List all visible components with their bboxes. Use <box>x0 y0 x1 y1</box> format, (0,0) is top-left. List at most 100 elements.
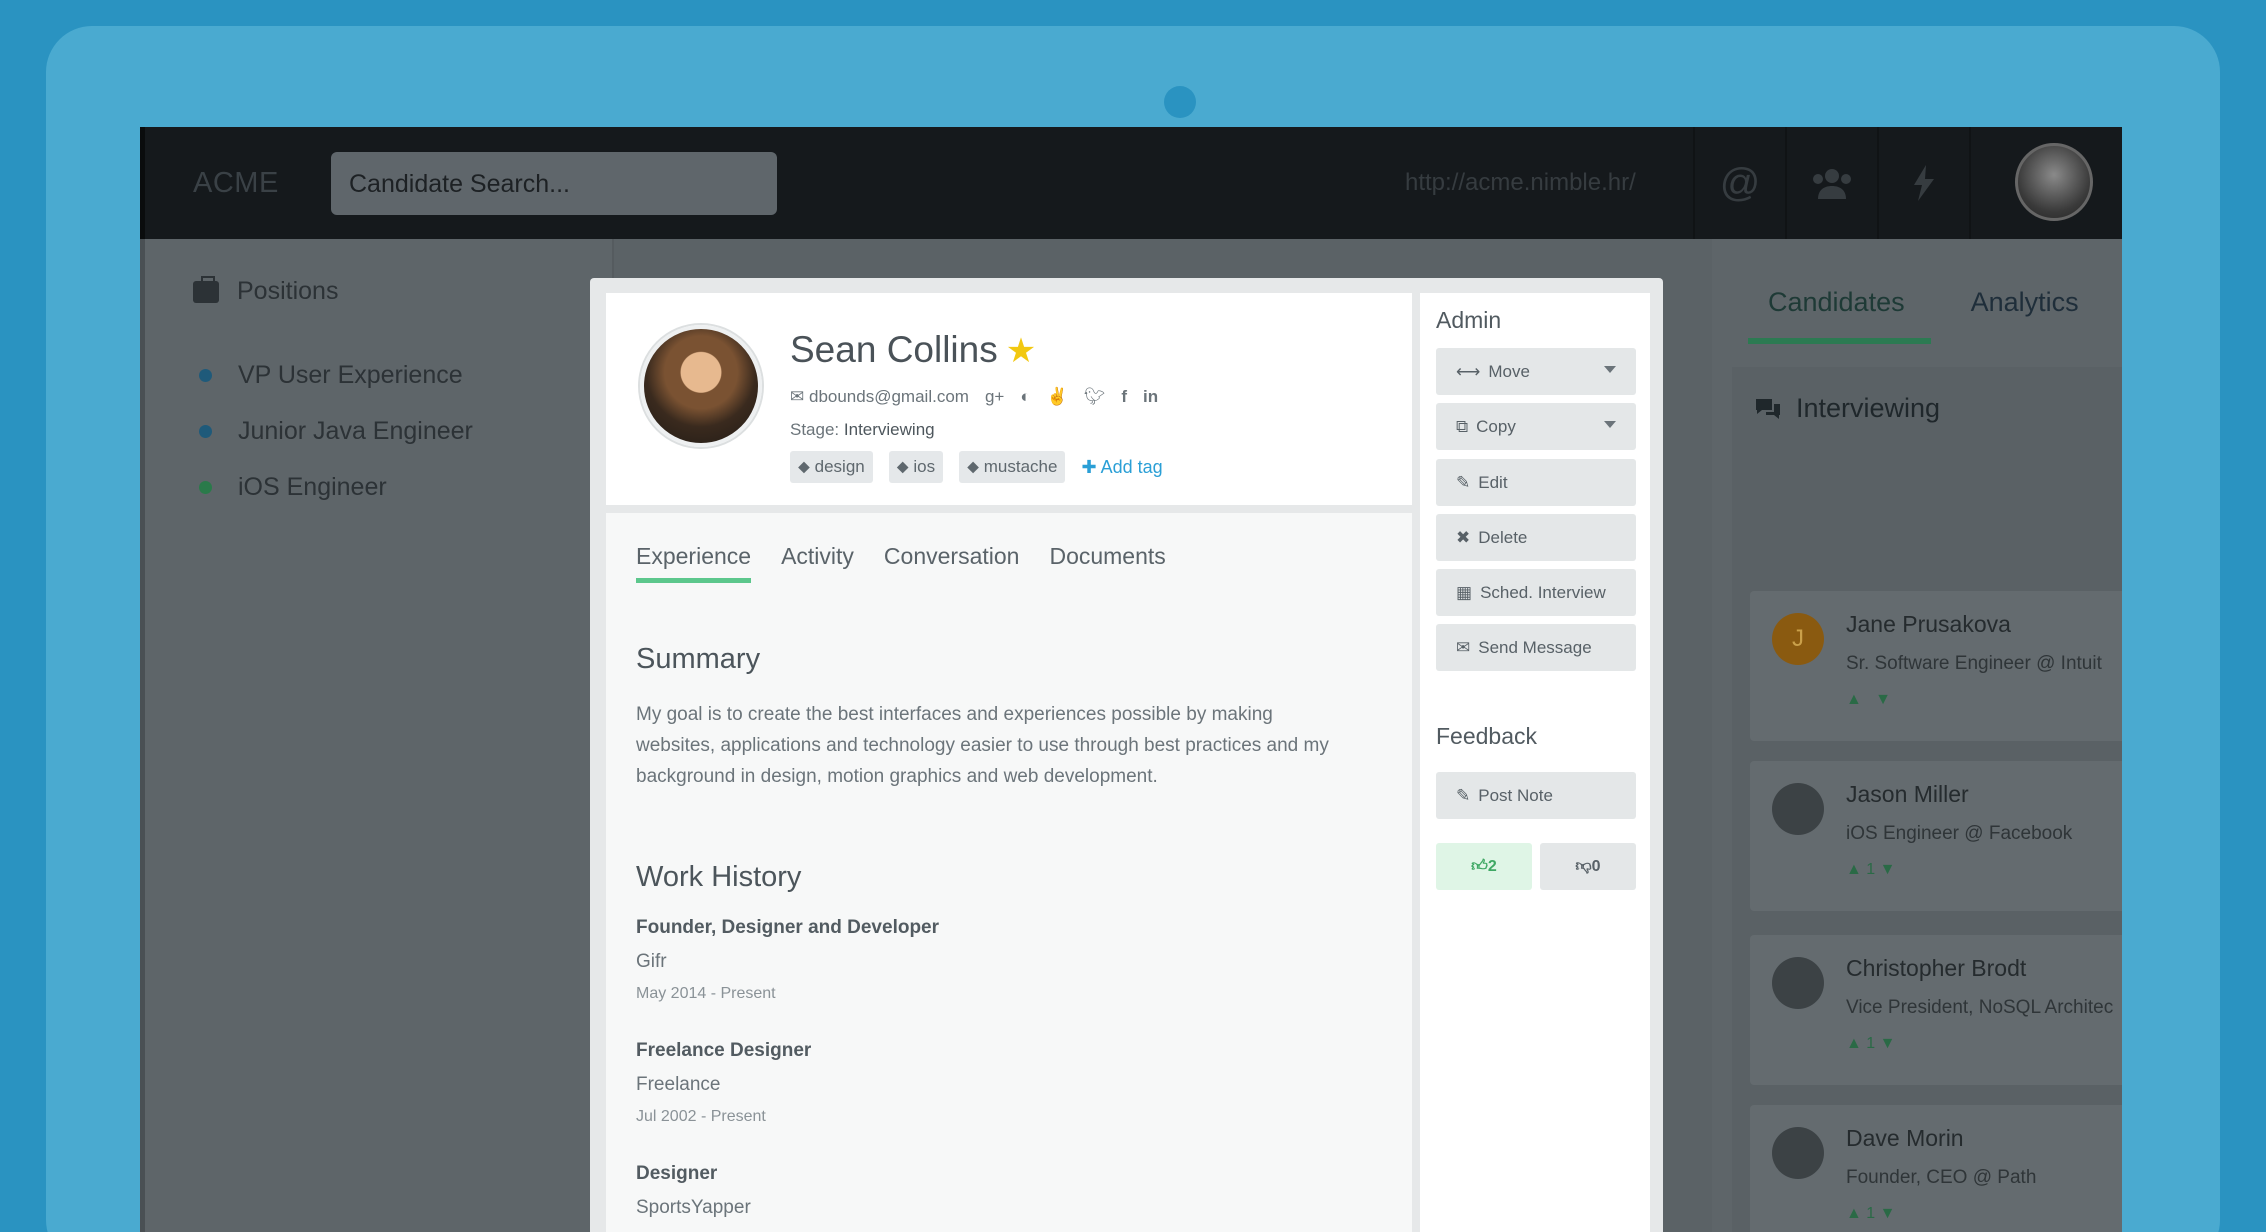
post-note-button[interactable]: ✎ Post Note <box>1436 772 1636 819</box>
move-button[interactable]: ⟷ Move <box>1436 348 1636 395</box>
candidate-name: Dave Morin <box>1846 1125 1964 1151</box>
job-entry: Founder, Designer and Developer Gifr May… <box>636 917 939 1003</box>
candidate-card[interactable]: J Jane Prusakova Sr. Software Engineer @… <box>1750 591 2122 741</box>
work-history-heading: Work History <box>636 861 802 893</box>
avatar: J <box>1772 613 1824 665</box>
position-item[interactable]: VP User Experience <box>199 347 473 403</box>
tab-analytics[interactable]: Analytics <box>1971 287 2079 344</box>
candidate-title: iOS Engineer @ Facebook <box>1846 823 2073 844</box>
pencil-icon: ✎ <box>1456 785 1471 805</box>
column-title: Interviewing <box>1796 393 1941 423</box>
at-icon[interactable]: @ <box>1693 127 1785 239</box>
upvote-count: 1 <box>1866 1035 1876 1052</box>
tab-documents[interactable]: Documents <box>1049 543 1165 583</box>
post-note-label: Post Note <box>1478 785 1553 805</box>
arrows-h-icon: ⟷ <box>1456 361 1481 381</box>
copy-button[interactable]: ⧉ Copy <box>1436 403 1636 450</box>
candidate-card[interactable]: Dave Morin Founder, CEO @ Path ▲ 1 ▼ <box>1750 1105 2122 1232</box>
avatar <box>1772 783 1824 835</box>
user-avatar[interactable] <box>2015 143 2093 221</box>
position-item[interactable]: Junior Java Engineer <box>199 403 473 459</box>
profile-tabs: Experience Activity Conversation Documen… <box>636 543 1166 583</box>
linkedin-icon[interactable]: in <box>1143 387 1158 407</box>
bolt-icon[interactable] <box>1877 127 1969 239</box>
job-entry: Designer SportsYapper <box>636 1163 751 1219</box>
send-message-button[interactable]: ✉ Send Message <box>1436 624 1636 671</box>
tag[interactable]: ⬥ ios <box>888 451 944 483</box>
tab-conversation[interactable]: Conversation <box>884 543 1020 583</box>
profile-header: Sean Collins ★ ✉ dbounds@gmail.com g+ ◐ ✌… <box>606 293 1412 505</box>
star-icon[interactable]: ★ <box>1006 332 1036 370</box>
candidate-title: Sr. Software Engineer @ Intuit <box>1846 653 2102 674</box>
job-title: Designer <box>636 1163 718 1184</box>
vote-summary: ▲ ▼ <box>1846 691 1892 708</box>
stage-label: Stage: <box>790 420 840 439</box>
thumbs-up-icon: 👍︎ <box>1471 858 1488 875</box>
thumbs-down-button[interactable]: 👎︎ 0 <box>1540 843 1636 890</box>
site-url[interactable]: http://acme.nimble.hr/ <box>1405 169 1636 197</box>
admin-panel: Admin ⟷ Move ⧉ Copy ✎ Edit ✖ Delete ▦ Sched. … <box>1420 293 1650 1232</box>
edit-button[interactable]: ✎ Edit <box>1436 459 1636 506</box>
chevron-down-icon <box>1604 366 1616 373</box>
job-title: Freelance Designer <box>636 1040 812 1061</box>
add-tag-button[interactable]: ✚ Add tag <box>1081 457 1162 478</box>
admin-heading: Admin <box>1436 307 1502 333</box>
candidate-name-heading: Sean Collins ★ <box>790 329 1036 371</box>
users-icon[interactable] <box>1785 127 1877 239</box>
candidate-name: Jason Miller <box>1846 781 1969 807</box>
stage-line: Stage: Interviewing <box>790 420 935 440</box>
tag-icon: ⬥ <box>798 457 810 476</box>
twitter-icon[interactable]: 🐦︎ <box>1084 387 1106 407</box>
upvote-count: 1 <box>1866 861 1876 878</box>
email-link[interactable]: ✉ dbounds@gmail.com <box>790 387 969 407</box>
position-label: Junior Java Engineer <box>238 416 473 445</box>
send-message-label: Send Message <box>1478 637 1592 657</box>
delete-button[interactable]: ✖ Delete <box>1436 514 1636 561</box>
candidate-name: Sean Collins <box>790 329 998 370</box>
envelope-icon: ✉ <box>1456 637 1471 657</box>
move-label: Move <box>1488 361 1530 381</box>
edit-icon: ✎ <box>1456 472 1471 492</box>
upvote-count: 2 <box>1487 857 1497 875</box>
angellist-icon[interactable]: ✌ <box>1047 387 1068 407</box>
upvote-count: 1 <box>1866 1205 1876 1222</box>
close-icon: ✖ <box>1456 527 1471 547</box>
view-tabs: Candidates Analytics <box>1748 287 2079 344</box>
job-company: Gifr <box>636 951 667 972</box>
candidate-modal: Sean Collins ★ ✉ dbounds@gmail.com g+ ◐ ✌… <box>590 278 1663 1232</box>
position-item[interactable]: iOS Engineer <box>199 459 473 515</box>
schedule-label: Sched. Interview <box>1480 582 1606 602</box>
candidate-card[interactable]: Jason Miller iOS Engineer @ Facebook ▲ 1… <box>1750 761 2122 911</box>
candidate-search-input[interactable]: Candidate Search... <box>331 152 777 215</box>
facebook-icon[interactable]: f <box>1121 387 1127 407</box>
tag[interactable]: ⬥ design <box>790 451 873 483</box>
interviewing-heading: Interviewing <box>1754 393 1940 424</box>
brand-logo[interactable]: ACME <box>193 167 279 200</box>
thumbs-up-button[interactable]: 👍︎ 2 <box>1436 843 1532 890</box>
status-dot-icon <box>199 368 212 382</box>
candidate-avatar <box>640 325 762 447</box>
contact-row: ✉ dbounds@gmail.com g+ ◐ ✌ 🐦︎ f in <box>790 387 1158 407</box>
plus-icon: ✚ <box>1081 456 1097 477</box>
tag[interactable]: ⬥ mustache <box>959 451 1066 483</box>
avatar <box>1772 957 1824 1009</box>
envelope-icon: ✉ <box>790 387 805 406</box>
delete-label: Delete <box>1478 527 1528 547</box>
tab-experience[interactable]: Experience <box>636 543 752 583</box>
tab-candidates[interactable]: Candidates <box>1748 287 1931 344</box>
job-dates: Jul 2002 - Present <box>636 1108 766 1125</box>
stage-value[interactable]: Interviewing <box>844 420 935 439</box>
tab-activity[interactable]: Activity <box>781 543 854 583</box>
google-plus-icon[interactable]: g+ <box>985 387 1004 407</box>
top-navbar: ACME Candidate Search... http://acme.nim… <box>140 127 2122 239</box>
comments-icon <box>1756 398 1780 419</box>
tag-icon: ⬥ <box>896 457 909 476</box>
tag-label: ios <box>913 457 936 476</box>
github-icon[interactable]: ◐ <box>1020 387 1030 407</box>
schedule-interview-button[interactable]: ▦ Sched. Interview <box>1436 569 1636 616</box>
candidate-card[interactable]: Christopher Brodt Vice President, NoSQL … <box>1750 935 2122 1085</box>
candidate-title: Vice President, NoSQL Architec <box>1846 997 2114 1018</box>
status-dot-icon <box>199 424 212 438</box>
summary-heading: Summary <box>636 643 761 675</box>
positions-sidebar: Positions VP User Experience Junior Java… <box>140 239 614 1232</box>
